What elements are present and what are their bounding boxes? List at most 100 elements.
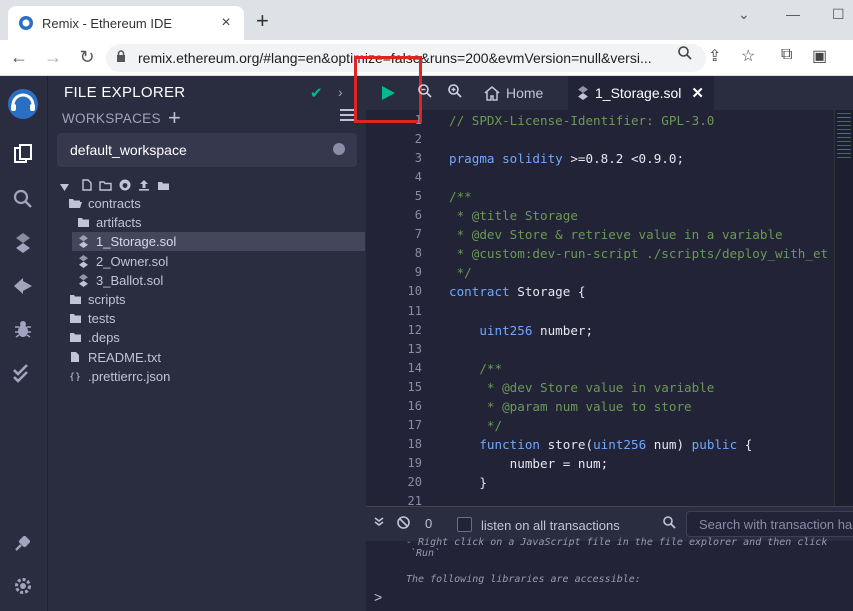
- file-tree-item-label: tests: [88, 311, 116, 327]
- clear-console-icon[interactable]: [397, 516, 410, 532]
- minimize-icon[interactable]: —: [786, 6, 800, 22]
- workspace-select-value: default_workspace: [70, 142, 187, 158]
- extensions-puzzle-icon[interactable]: ⧉: [781, 46, 792, 64]
- code-line[interactable]: pragma solidity >=0.8.2 <0.9.0;: [449, 151, 684, 166]
- side-panel-icon[interactable]: ▣: [812, 46, 827, 66]
- file-tree-item-label: contracts: [88, 196, 141, 211]
- search-icon[interactable]: [678, 46, 692, 65]
- console-prompt[interactable]: >: [374, 589, 382, 605]
- minimap[interactable]: [834, 110, 853, 506]
- share-icon[interactable]: ⇪: [708, 46, 721, 66]
- line-number: 1: [414, 113, 422, 127]
- code-area[interactable]: // SPDX-License-Identifier: GPL-3.0 pragm…: [449, 110, 833, 506]
- debugger-bug-icon[interactable]: [10, 316, 36, 342]
- workspace-select[interactable]: default_workspace: [57, 133, 357, 167]
- forward-icon[interactable]: →: [38, 43, 68, 73]
- line-number: 9: [414, 265, 422, 280]
- add-workspace-button[interactable]: +: [168, 105, 181, 131]
- editor-tabs: Home 1_Storage.sol ✕: [354, 56, 853, 123]
- code-line[interactable]: // SPDX-License-Identifier: GPL-3.0: [449, 113, 714, 128]
- close-tab-icon[interactable]: ×: [218, 14, 234, 32]
- browser-tab[interactable]: Remix - Ethereum IDE ×: [8, 6, 244, 40]
- remix-logo-icon[interactable]: [5, 86, 41, 122]
- line-number: 20: [407, 474, 422, 489]
- line-number: 2: [414, 132, 422, 147]
- code-line[interactable]: /**: [449, 189, 472, 204]
- line-number: 18: [407, 436, 422, 451]
- file-tree-item[interactable]: README.txt: [68, 348, 161, 367]
- file-tree-item[interactable]: tests: [68, 309, 115, 328]
- solidity-compiler-icon[interactable]: [10, 230, 36, 256]
- console-line: - Right click on a JavaScript file in th…: [406, 537, 828, 548]
- import-folder-icon[interactable]: [157, 178, 170, 196]
- code-line[interactable]: contract Storage {: [449, 284, 586, 299]
- file-tree-item[interactable]: .deps: [68, 328, 120, 347]
- file-tree-item[interactable]: scripts: [68, 290, 126, 309]
- file-tree-item-label: .deps: [88, 330, 120, 346]
- chevron-down-icon[interactable]: ⌄: [738, 6, 750, 23]
- line-number: 11: [407, 303, 422, 318]
- code-line[interactable]: */: [449, 265, 472, 280]
- tab-home-label: Home: [506, 85, 544, 101]
- code-line[interactable]: uint256 number;: [449, 323, 593, 338]
- code-line[interactable]: * @dev Store & retrieve value in a varia…: [449, 227, 783, 242]
- panel-title: FILE EXPLORER: [64, 84, 186, 101]
- file-tree-item[interactable]: contracts: [68, 194, 141, 213]
- code-line[interactable]: */: [449, 418, 502, 433]
- code-line[interactable]: * @dev Store value in variable: [449, 380, 714, 395]
- reload-icon[interactable]: ↻: [72, 43, 102, 73]
- maximize-icon[interactable]: ☐: [832, 6, 845, 23]
- verified-check-icon: ✔: [310, 85, 323, 102]
- file-tree-item[interactable]: 2_Owner.sol: [76, 252, 168, 271]
- line-number-gutter: 1 2 3 4 5 6 7 8 9 10 11 12 13 14 15 16 17 18 19 20 21: [366, 110, 446, 508]
- tab-1-storage-sol[interactable]: 1_Storage.sol ✕: [568, 76, 714, 110]
- workspaces-label: WORKSPACES: [62, 111, 161, 126]
- code-line[interactable]: * @param num value to store: [449, 399, 692, 414]
- code-line[interactable]: }: [449, 475, 487, 490]
- file-tree-item[interactable]: {} .prettierrc.json: [68, 367, 170, 386]
- file-explorer-icon[interactable]: [10, 141, 36, 167]
- settings-gear-icon[interactable]: [10, 573, 36, 599]
- folder-icon: [68, 294, 82, 306]
- zoom-in-icon[interactable]: [448, 84, 462, 101]
- close-tab-icon[interactable]: ✕: [691, 84, 704, 102]
- browser-tabstrip: Remix - Ethereum IDE × + ⌄ — ☐: [0, 0, 853, 40]
- deploy-run-icon[interactable]: [10, 273, 36, 299]
- line-number: 19: [407, 455, 422, 470]
- line-number: 12: [407, 322, 422, 337]
- back-icon[interactable]: ←: [4, 43, 34, 73]
- file-tree-item[interactable]: artifacts: [76, 213, 142, 232]
- chevron-right-icon[interactable]: ›: [338, 84, 343, 100]
- solidity-file-icon: [76, 273, 90, 287]
- terminal-toolbar: 0 listen on all transactions Search with…: [366, 507, 853, 541]
- transaction-search-input[interactable]: Search with transaction ha: [686, 511, 853, 537]
- folder-icon: [68, 313, 82, 325]
- zoom-out-icon[interactable]: [418, 84, 432, 101]
- line-number: 7: [414, 227, 422, 242]
- solidity-icon: [578, 86, 588, 100]
- code-line[interactable]: function store(uint256 num) public {: [449, 437, 752, 452]
- unit-testing-check-icon[interactable]: [10, 360, 36, 386]
- tab-home[interactable]: Home: [474, 76, 553, 110]
- line-number: 3: [414, 151, 422, 166]
- listen-checkbox[interactable]: [457, 517, 472, 532]
- search-icon[interactable]: [10, 186, 36, 212]
- plugin-manager-icon[interactable]: [10, 530, 36, 556]
- solidity-file-icon: [76, 254, 90, 268]
- code-line[interactable]: /**: [449, 361, 502, 376]
- workspace-menu-icon[interactable]: [340, 109, 354, 123]
- file-tree-item[interactable]: 3_Ballot.sol: [76, 271, 163, 290]
- new-tab-button[interactable]: +: [256, 10, 269, 32]
- code-line[interactable]: number = num;: [449, 456, 609, 471]
- file-tree-item[interactable]: 1_Storage.sol: [72, 232, 365, 252]
- console-line: `Run`: [410, 548, 441, 559]
- home-icon: [484, 85, 500, 101]
- code-line[interactable]: * @title Storage: [449, 208, 578, 223]
- collapse-terminal-icon[interactable]: [374, 515, 384, 530]
- file-tree-item-label: artifacts: [96, 215, 142, 231]
- line-number: 10: [407, 284, 422, 299]
- browser-tab-title: Remix - Ethereum IDE: [42, 15, 173, 31]
- folder-icon: [76, 217, 90, 229]
- code-line[interactable]: * @custom:dev-run-script ./scripts/deplo…: [449, 246, 829, 261]
- bookmark-star-icon[interactable]: ☆: [741, 46, 755, 66]
